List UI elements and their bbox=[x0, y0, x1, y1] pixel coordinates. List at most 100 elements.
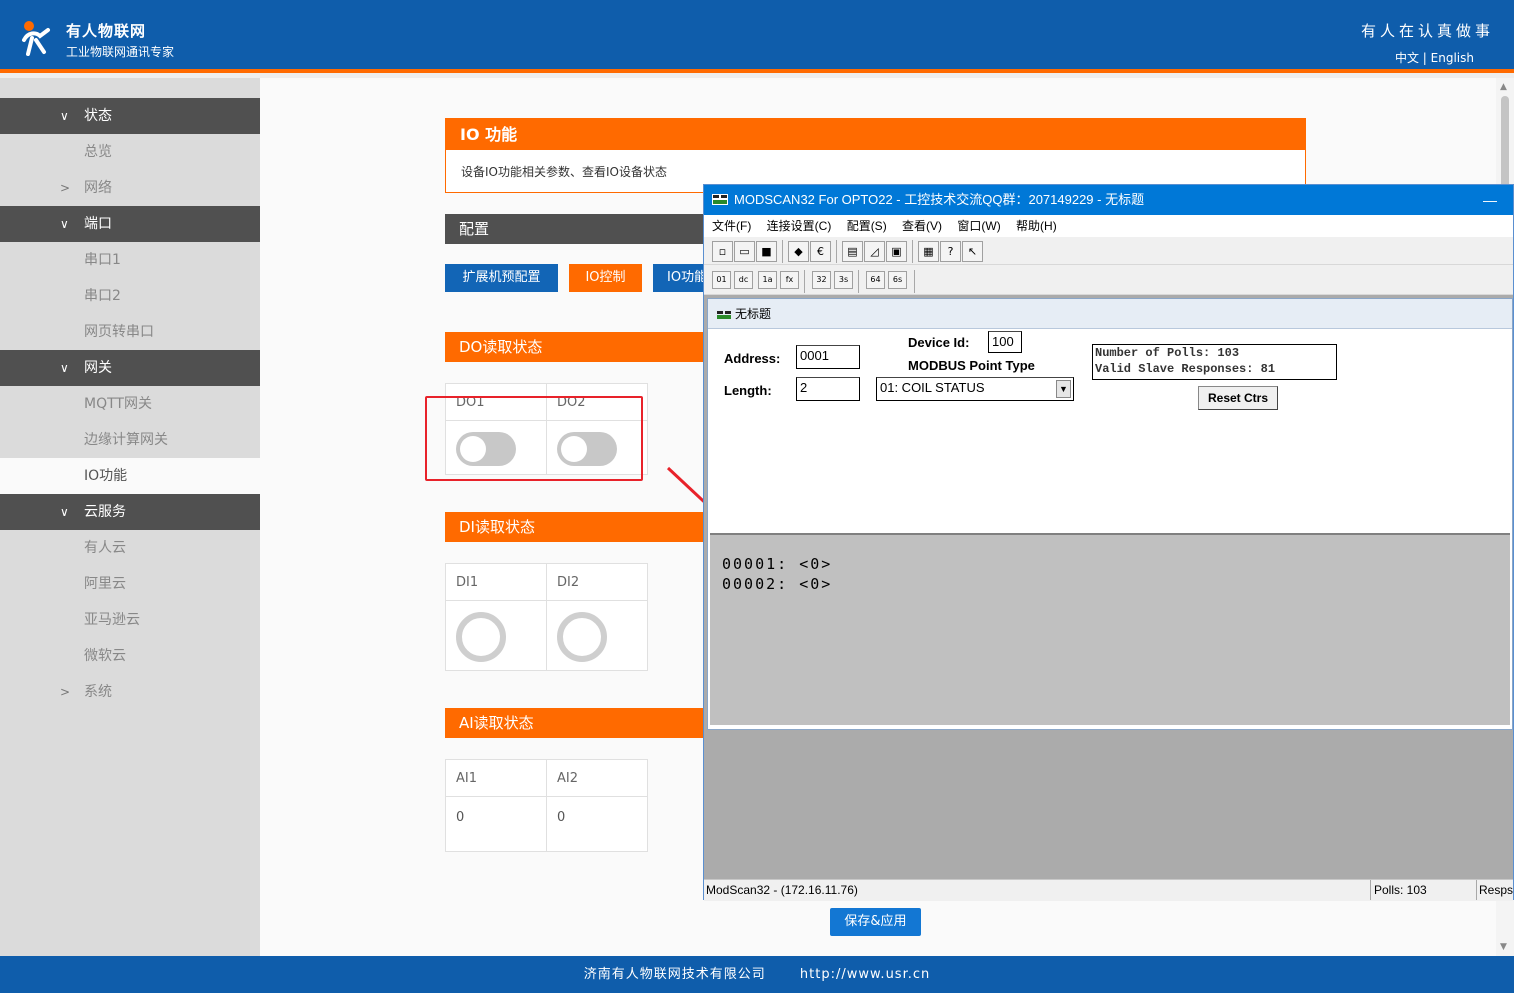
ai2-header: AI2 bbox=[547, 760, 647, 797]
sidebar-item-label: 阿里云 bbox=[84, 576, 126, 592]
menu-view[interactable]: 查看(V) bbox=[902, 215, 942, 237]
sidebar-item-label: 云服务 bbox=[84, 504, 126, 520]
sidebar-item[interactable]: ∨ 网关 bbox=[0, 350, 260, 386]
display-setup-icon[interactable]: ▤ bbox=[842, 241, 863, 262]
print-icon[interactable]: ▦ bbox=[918, 241, 939, 262]
sidebar-item[interactable]: 网页转串口 bbox=[0, 314, 260, 350]
ai2-value: 0 bbox=[557, 810, 566, 825]
address-input[interactable]: 0001 bbox=[796, 345, 860, 369]
new-file-icon[interactable]: ▫ bbox=[712, 241, 733, 262]
format-64bit-swap-icon[interactable]: 6s bbox=[888, 271, 907, 289]
sidebar-item-label: 系统 bbox=[84, 684, 112, 700]
save-apply-button[interactable]: 保存&应用 bbox=[830, 908, 921, 936]
config-section-title: 配置 bbox=[445, 214, 705, 244]
brand-logo-icon bbox=[22, 21, 50, 56]
sidebar-item[interactable]: 亚马逊云 bbox=[0, 602, 260, 638]
sidebar-item[interactable]: ∨ 端口 bbox=[0, 206, 260, 242]
modscan-menubar: 文件(F) 连接设置(C) 配置(S) 查看(V) 窗口(W) 帮助(H) bbox=[704, 215, 1513, 237]
sidebar-item[interactable]: > 网络 bbox=[0, 170, 260, 206]
brand-name: 有人物联网 bbox=[66, 22, 147, 40]
lang-zh-link[interactable]: 中文 bbox=[1395, 51, 1419, 65]
length-label: Length: bbox=[724, 383, 772, 398]
dropdown-arrow-icon[interactable]: ▼ bbox=[1056, 380, 1071, 398]
format-32bit-swap-icon[interactable]: 3s bbox=[834, 271, 853, 289]
document-titlebar[interactable]: 无标题 bbox=[708, 299, 1512, 329]
point-type-value: 01: COIL STATUS bbox=[880, 380, 985, 395]
monitor-icon[interactable]: ▣ bbox=[886, 241, 907, 262]
menu-file[interactable]: 文件(F) bbox=[712, 215, 751, 237]
status-connection: ModScan32 - (172.16.11.76) bbox=[706, 883, 858, 897]
coil-data-display: 00001: <0> 00002: <0> bbox=[710, 533, 1510, 725]
length-input[interactable]: 2 bbox=[796, 377, 860, 401]
document-title: 无标题 bbox=[735, 307, 772, 321]
device-id-input[interactable]: 100 bbox=[988, 331, 1022, 353]
sidebar-item[interactable]: 边缘计算网关 bbox=[0, 422, 260, 458]
point-type-select[interactable]: 01: COIL STATUS ▼ bbox=[876, 377, 1074, 401]
data-row[interactable]: 00002: <0> bbox=[722, 575, 832, 593]
reset-counters-button[interactable]: Reset Ctrs bbox=[1198, 386, 1278, 410]
context-help-icon[interactable]: ↖ bbox=[962, 241, 983, 262]
sidebar-item[interactable]: IO功能 bbox=[0, 458, 260, 494]
modscan-titlebar[interactable]: MODSCAN32 For OPTO22 - 工控技术交流QQ群：2071492… bbox=[704, 185, 1513, 215]
poll-statistics-box: Number of Polls: 103 Valid Slave Respons… bbox=[1092, 344, 1337, 380]
data-row[interactable]: 00001: <0> bbox=[722, 555, 832, 573]
sidebar-item[interactable]: 阿里云 bbox=[0, 566, 260, 602]
io-function-panel: IO 功能 设备IO功能相关参数、查看IO设备状态 bbox=[445, 118, 1306, 193]
sidebar-item[interactable]: 串口1 bbox=[0, 242, 260, 278]
toolbar-separator bbox=[836, 240, 837, 263]
sidebar-item[interactable]: MQTT网关 bbox=[0, 386, 260, 422]
lang-separator: | bbox=[1422, 51, 1427, 65]
ai1-header: AI1 bbox=[446, 760, 546, 797]
footer-url-link[interactable]: http://www.usr.cn bbox=[800, 967, 930, 982]
device-id-label: Device Id: bbox=[908, 335, 970, 350]
modscan-toolbar-2: 01 dc 1a fx 32 3s 64 6s bbox=[704, 267, 1513, 295]
valid-responses-count: Valid Slave Responses: 81 bbox=[1095, 362, 1276, 376]
connect-icon[interactable]: ◆ bbox=[788, 241, 809, 262]
scroll-down-arrow-icon[interactable]: ▼ bbox=[1500, 942, 1507, 952]
footer-company: 济南有人物联网技术有限公司 bbox=[583, 967, 766, 982]
sidebar-item[interactable]: 总览 bbox=[0, 134, 260, 170]
chart-icon[interactable]: ◿ bbox=[864, 241, 885, 262]
scroll-up-arrow-icon[interactable]: ▲ bbox=[1500, 82, 1507, 92]
modscan-app-icon bbox=[712, 194, 728, 205]
sidebar-item[interactable]: 微软云 bbox=[0, 638, 260, 674]
di1-state-indicator bbox=[456, 612, 506, 662]
format-decimal-icon[interactable]: dc bbox=[734, 271, 753, 289]
disconnect-icon[interactable]: € bbox=[810, 241, 831, 262]
menu-help[interactable]: 帮助(H) bbox=[1016, 215, 1057, 237]
menu-window[interactable]: 窗口(W) bbox=[957, 215, 1000, 237]
format-64bit-icon[interactable]: 64 bbox=[866, 271, 885, 289]
sidebar-item-label: 状态 bbox=[84, 108, 112, 124]
highlight-annotation-box bbox=[425, 396, 643, 481]
format-float-icon[interactable]: fx bbox=[780, 271, 799, 289]
tab-io-function[interactable]: IO功能 bbox=[653, 264, 703, 292]
open-folder-icon[interactable]: ▭ bbox=[734, 241, 755, 262]
save-disk-icon[interactable]: ■ bbox=[756, 241, 777, 262]
sidebar-item-label: 边缘计算网关 bbox=[84, 432, 168, 448]
status-responses: Resps bbox=[1476, 880, 1513, 900]
sidebar-item[interactable]: > 系统 bbox=[0, 674, 260, 710]
lang-en-link[interactable]: English bbox=[1431, 51, 1474, 65]
brand-tagline: 工业物联网通讯专家 bbox=[66, 45, 175, 59]
help-icon[interactable]: ? bbox=[940, 241, 961, 262]
modscan-title-text: MODSCAN32 For OPTO22 - 工控技术交流QQ群：2071492… bbox=[734, 192, 1145, 207]
di2-header: DI2 bbox=[547, 564, 647, 601]
do-status-title: DO读取状态 bbox=[445, 332, 705, 362]
menu-setup[interactable]: 配置(S) bbox=[847, 215, 887, 237]
format-binary-icon[interactable]: 01 bbox=[712, 271, 731, 289]
sidebar-item[interactable]: ∨ 状态 bbox=[0, 98, 260, 134]
menu-connection[interactable]: 连接设置(C) bbox=[767, 215, 832, 237]
format-hex-icon[interactable]: 1a bbox=[758, 271, 777, 289]
tab-io-control[interactable]: IO控制 bbox=[569, 264, 642, 292]
sidebar-nav: ∨ 状态总览 > 网络 ∨ 端口 串口1 串口2 网页转串口 ∨ 网关 MQTT网关边缘计算网关 IO功… bbox=[0, 78, 260, 956]
sidebar-item[interactable]: 有人云 bbox=[0, 530, 260, 566]
tab-expansion-preconfig[interactable]: 扩展机预配置 bbox=[445, 264, 558, 292]
sidebar-item[interactable]: ∨ 云服务 bbox=[0, 494, 260, 530]
brand-slogan: 有人在认真做事 bbox=[1360, 22, 1494, 40]
poll-settings-area: Address: 0001 Length: 2 Device Id: 100 M… bbox=[708, 329, 1512, 529]
sidebar-item-label: 串口2 bbox=[84, 288, 121, 304]
chevron-down-icon: ∨ bbox=[60, 109, 69, 123]
format-32bit-icon[interactable]: 32 bbox=[812, 271, 831, 289]
minimize-icon[interactable]: — bbox=[1483, 185, 1497, 215]
sidebar-item[interactable]: 串口2 bbox=[0, 278, 260, 314]
